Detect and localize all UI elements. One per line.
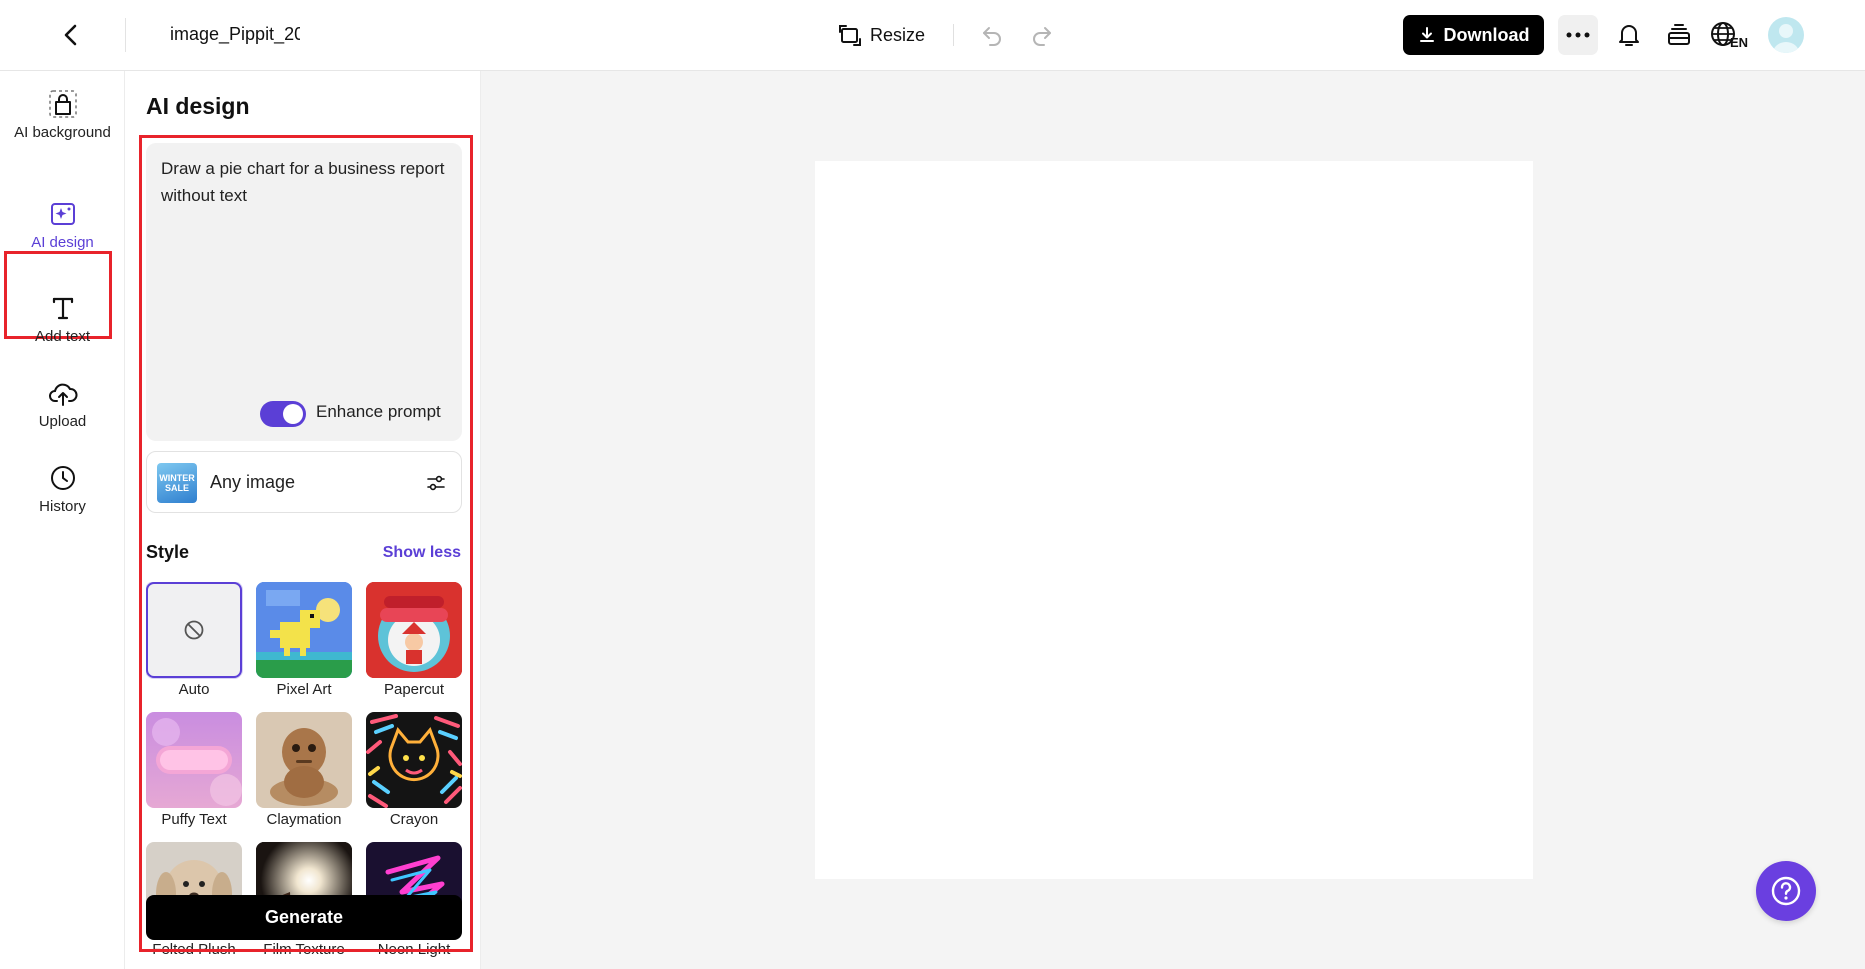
layers-stack-icon xyxy=(1668,24,1690,45)
question-icon xyxy=(1771,876,1801,906)
redo-icon xyxy=(1033,27,1051,46)
rail-item-label: AI background xyxy=(14,124,111,141)
sparkle-image-icon xyxy=(50,203,75,225)
clock-icon xyxy=(50,466,75,490)
rail-item-label: Upload xyxy=(38,413,87,430)
rail-item-label: AI design xyxy=(31,234,94,251)
download-label: Download xyxy=(1443,24,1530,45)
selection-highlight xyxy=(139,135,473,952)
user-avatar-icon xyxy=(1773,24,1799,53)
rail-item-upload[interactable]: Upload xyxy=(6,378,119,432)
more-options-button[interactable] xyxy=(1558,15,1598,55)
rail-item-history[interactable]: History xyxy=(6,463,119,517)
ai-design-panel: AI design Draw a pie chart for a busines… xyxy=(125,71,481,969)
download-button[interactable]: Download xyxy=(1403,15,1544,55)
redo-button[interactable] xyxy=(1025,18,1059,52)
download-icon xyxy=(1419,27,1434,42)
left-rail: AI background AI design Add text Upload … xyxy=(0,71,125,969)
chevron-left-icon xyxy=(64,24,77,46)
cloud-upload-icon xyxy=(48,383,77,406)
rail-item-ai-design[interactable]: AI design xyxy=(6,199,119,253)
bag-dashed-icon xyxy=(48,90,77,118)
rail-item-label: Add text xyxy=(34,328,91,345)
back-button[interactable] xyxy=(54,18,88,52)
language-button[interactable]: EN xyxy=(1710,17,1754,53)
rail-item-add-text[interactable]: Add text xyxy=(6,293,119,347)
help-button[interactable] xyxy=(1756,861,1816,921)
bell-icon xyxy=(1619,25,1639,46)
resize-icon xyxy=(839,25,861,46)
text-t-icon xyxy=(52,297,73,320)
language-code: EN xyxy=(1730,35,1749,50)
top-bar: image_Pippit_20 Resize Download EN xyxy=(0,0,1865,71)
undo-button[interactable] xyxy=(975,18,1009,52)
design-canvas[interactable] xyxy=(815,161,1533,879)
rail-item-label: History xyxy=(39,498,86,515)
file-title[interactable]: image_Pippit_20 xyxy=(170,24,300,45)
divider xyxy=(125,18,126,52)
layers-button[interactable] xyxy=(1661,17,1697,53)
resize-label: Resize xyxy=(870,24,926,45)
undo-icon xyxy=(983,27,1001,46)
notifications-button[interactable] xyxy=(1611,17,1647,53)
panel-title: AI design xyxy=(146,93,250,119)
resize-button[interactable]: Resize xyxy=(838,18,925,52)
rail-item-ai-background[interactable]: AI background xyxy=(6,89,119,143)
divider xyxy=(953,24,954,46)
avatar[interactable] xyxy=(1768,17,1804,53)
ellipsis-icon xyxy=(1566,32,1590,38)
